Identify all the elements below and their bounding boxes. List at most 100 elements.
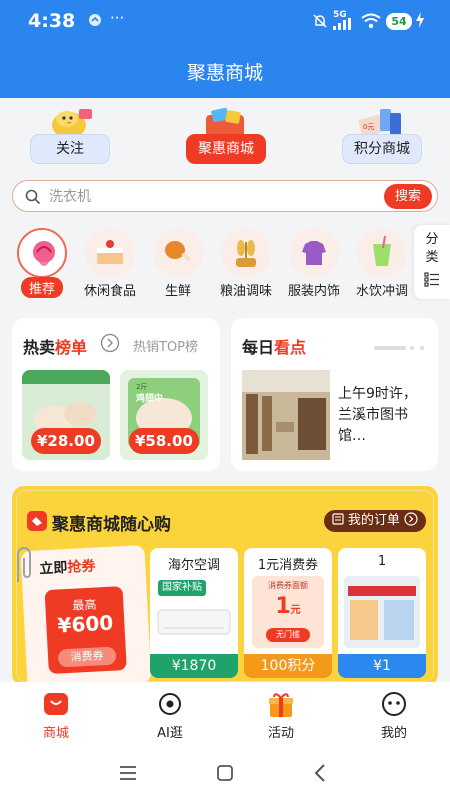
promo-badge-icon <box>27 511 47 531</box>
category-icon-bg <box>289 228 339 278</box>
paperclip-icon <box>17 547 31 582</box>
search-icon <box>25 189 41 205</box>
promo-item-voucher[interactable]: 1元消费券 消费券面额 1元 无门槛 100积分 <box>244 548 332 678</box>
svg-text:0元: 0元 <box>363 123 374 131</box>
my-orders-label: 我的订单 <box>347 513 400 528</box>
tab-mall[interactable]: 商城 <box>16 690 96 741</box>
chevron-right-circle-icon[interactable] <box>100 333 120 353</box>
tab-activity[interactable]: 活动 <box>241 690 321 741</box>
promo-item-price: ¥1 <box>338 654 426 678</box>
promo-item-price: ¥1870 <box>150 654 238 678</box>
library-news-image <box>242 370 330 460</box>
category-label: 服装内饰 <box>287 284 340 299</box>
promo-item-name: 1 <box>377 554 387 569</box>
app-notification-icon <box>88 13 102 31</box>
promo-item-aircon[interactable]: 海尔空调 国家补贴 ¥1870 <box>150 548 238 678</box>
daily-card-title: 每日看点 <box>242 338 307 357</box>
cake-icon <box>97 240 123 264</box>
voucher-value: 1元 <box>275 594 301 619</box>
charging-icon <box>415 12 425 32</box>
category-side-label-1: 分 <box>425 232 439 247</box>
signal-icon <box>333 18 351 34</box>
quick-nav-label: 关注 <box>30 134 110 164</box>
carousel-indicator <box>374 346 406 350</box>
search-bar[interactable]: 搜索 <box>12 180 438 212</box>
voucher-stamp: 无门槛 <box>266 628 310 642</box>
category-side-label-2: 类 <box>425 250 439 265</box>
system-navigation-bar <box>0 748 450 800</box>
daily-news-text: 上午9时许，兰溪市图书馆… <box>338 386 417 444</box>
category-label: 休闲食品 <box>83 284 136 299</box>
tab-profile[interactable]: 我的 <box>354 690 434 741</box>
more-notifications-icon: ··· <box>110 9 125 27</box>
category-grain-oil[interactable]: 粮油调味 <box>212 228 280 299</box>
mute-icon <box>312 13 328 33</box>
sweater-icon <box>302 241 326 265</box>
target-icon <box>159 693 181 715</box>
subsidy-badge: 国家补贴 <box>158 580 206 596</box>
promo-item-name: 1元消费券 <box>257 558 319 573</box>
category-label: 生鲜 <box>164 284 191 299</box>
coupon-card[interactable]: 立即抢券 最高 ¥600 消费券 <box>20 544 152 686</box>
search-button[interactable]: 搜索 <box>384 184 432 209</box>
category-icon-bg <box>17 228 67 278</box>
tab-label: AI逛 <box>157 726 183 741</box>
hot-product-1[interactable]: ¥28.00 <box>22 370 110 460</box>
bottom-tab-bar: 商城 AI逛 活动 我的 <box>0 682 450 748</box>
quick-nav-points[interactable]: 0元 积分商城 <box>326 107 436 167</box>
carousel-dot <box>420 346 424 350</box>
product-pack-text: 鸡翅中 <box>136 394 164 404</box>
category-fresh[interactable]: 生鲜 <box>144 228 212 299</box>
home-icon[interactable] <box>216 764 234 782</box>
rose-icon <box>33 241 55 266</box>
coupon-header: 立即抢券 <box>39 558 96 578</box>
menu-icon[interactable] <box>119 765 137 781</box>
list-icon <box>424 272 439 287</box>
coupon-tag: 消费券 <box>57 646 117 668</box>
battery-indicator: 54 <box>386 13 412 30</box>
category-apparel[interactable]: 服装内饰 <box>280 228 348 299</box>
category-all-button[interactable]: 分 类 <box>414 225 450 299</box>
chevron-right-circle-icon <box>404 512 418 526</box>
chicken-leg-icon <box>165 241 191 261</box>
category-icon-bg <box>357 228 407 278</box>
status-time: 4:38 <box>28 10 76 32</box>
shop-bag-icon <box>44 693 68 715</box>
promo-item-store[interactable]: 1 ¥1 <box>338 548 426 678</box>
quick-nav-mall[interactable]: 聚惠商城 <box>170 107 280 167</box>
grain-icon <box>236 240 256 267</box>
category-snacks[interactable]: 休闲食品 <box>76 228 144 299</box>
quick-nav-label: 积分商城 <box>342 134 422 164</box>
hot-ranking-card[interactable]: 热卖榜单 热销TOP榜 ¥28.00 2斤 鸡翅中 ¥58.00 <box>12 318 220 471</box>
promo-title: 聚惠商城随心购 <box>52 515 171 535</box>
promo-item-price: 100积分 <box>244 654 332 678</box>
wifi-icon <box>361 13 381 33</box>
category-label: 水饮冲调 <box>355 284 408 299</box>
search-input[interactable] <box>49 186 349 208</box>
my-orders-button[interactable]: 我的订单 <box>323 510 426 532</box>
hot-product-2[interactable]: 2斤 鸡翅中 ¥58.00 <box>120 370 208 460</box>
daily-highlights-card[interactable]: 每日看点 上午9时许，兰溪市图书馆… <box>231 318 438 471</box>
status-bar: 4:38 ··· 5G 54 <box>0 0 450 44</box>
product-price: ¥58.00 <box>129 428 199 454</box>
category-label: 推荐 <box>20 277 63 298</box>
back-icon[interactable] <box>313 763 327 783</box>
carousel-dot <box>410 346 414 350</box>
order-list-icon <box>332 513 344 525</box>
store-front-image <box>344 576 420 648</box>
category-icon-bg <box>153 228 203 278</box>
product-price: ¥28.00 <box>31 428 101 454</box>
promo-banner: 聚惠商城随心购 我的订单 立即抢券 最高 ¥600 消费券 海尔空调 国家补贴 … <box>12 486 438 686</box>
category-drinks[interactable]: 水饮冲调 <box>348 228 416 299</box>
voucher-sub-label: 消费券面额 <box>268 581 308 590</box>
category-recommend[interactable]: 推荐 <box>8 228 76 298</box>
hot-card-title: 热卖榜单 <box>23 338 88 357</box>
category-label: 粮油调味 <box>219 284 272 299</box>
coupon-amount: ¥600 <box>56 610 114 638</box>
gift-icon <box>269 693 293 717</box>
drink-cup-icon <box>373 235 391 266</box>
air-conditioner-image <box>157 609 231 635</box>
tab-ai-browse[interactable]: AI逛 <box>130 690 210 741</box>
quick-nav-follow[interactable]: 关注 <box>14 107 124 167</box>
tab-label: 活动 <box>267 726 294 741</box>
